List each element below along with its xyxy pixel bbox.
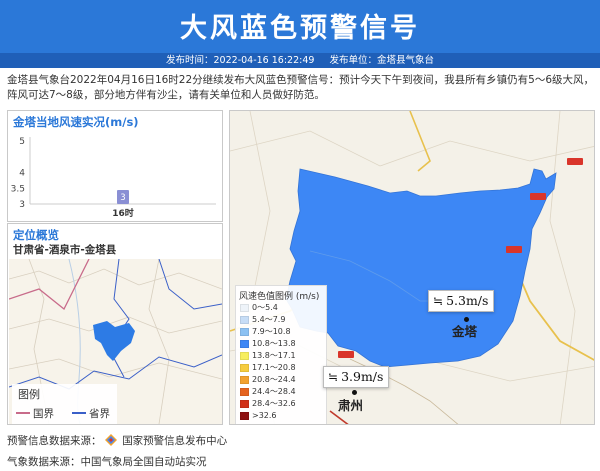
provincial-border-swatch <box>72 412 86 414</box>
x-category-label: 16时 <box>112 207 134 219</box>
warning-source-label: 预警信息数据来源： <box>7 435 102 447</box>
y-tick-label: 5 <box>19 137 25 147</box>
scale-item: 28.4～32.6 <box>240 399 296 409</box>
scale-label: 20.8～24.4 <box>252 375 296 384</box>
legend-item-national-border: 国界 <box>33 408 54 420</box>
scale-label: 5.4～7.9 <box>252 315 286 324</box>
scale-swatch <box>240 351 249 360</box>
wind-speed-panel: 金塔当地风速实况(m/s) 3 3.5 4 5 3 16时 <box>7 110 223 222</box>
scale-swatch <box>240 399 249 408</box>
scale-label: 17.1～20.8 <box>252 363 296 372</box>
wind-color-scale: 风速色值图例 (m/s) 0～5.4 5.4～7.9 7.9～10.8 10.8～13… <box>235 285 327 424</box>
publish-time: 发布时间：2022-04-16 16:22:49 <box>166 55 315 66</box>
scale-label: 24.4～28.4 <box>252 387 296 396</box>
scale-label: 0～5.4 <box>252 303 278 312</box>
warning-map-panel: 风速色值图例 (m/s) 0～5.4 5.4～7.9 7.9～10.8 10.8～13… <box>229 110 595 425</box>
overview-legend: 图例 国界 省界 <box>12 384 117 424</box>
bar-data-label: 3 <box>120 193 125 203</box>
scale-item: 20.8～24.4 <box>240 375 296 385</box>
scale-item: 10.8～13.8 <box>240 339 296 349</box>
scale-swatch <box>240 327 249 336</box>
legend-item-provincial-border: 省界 <box>89 408 110 420</box>
scale-swatch <box>240 339 249 348</box>
warning-source-org[interactable]: 国家预警信息发布中心 <box>122 435 227 447</box>
scale-label: >32.6 <box>252 411 277 420</box>
scale-item: 13.8～17.1 <box>240 351 296 361</box>
scale-label: 28.4～32.6 <box>252 399 296 408</box>
publisher: 发布单位：金塔县气象台 <box>329 55 434 66</box>
weather-source-line: 气象数据来源：中国气象局全国自动站实况 <box>7 456 207 468</box>
station-wind-speed: 5.3m/s <box>446 293 489 308</box>
scale-swatch <box>240 315 249 324</box>
station-callout-suzhou[interactable]: ≒ 3.9m/s <box>323 366 390 388</box>
location-overview-panel: 定位概览 甘肃省-酒泉市-金塔县 图例 国界 省界 <box>7 223 223 425</box>
scale-item: >32.6 <box>240 411 277 421</box>
scale-label: 10.8～13.8 <box>252 339 296 348</box>
station-name-jinta: 金塔 <box>452 324 478 339</box>
station-name-suzhou: 肃州 <box>338 398 364 413</box>
scale-item: 5.4～7.9 <box>240 315 285 325</box>
scale-swatch <box>240 411 249 420</box>
scale-item: 7.9～10.8 <box>240 327 291 337</box>
scale-item: 17.1～20.8 <box>240 363 296 373</box>
warning-center-logo-icon <box>104 434 117 446</box>
legend-title: 图例 <box>18 388 40 401</box>
scale-swatch <box>240 375 249 384</box>
scale-item: 0～5.4 <box>240 303 278 313</box>
wind-icon: ≒ <box>433 294 444 308</box>
wind-panel-title: 金塔当地风速实况(m/s) <box>13 115 139 129</box>
warning-source-line: 预警信息数据来源： 国家预警信息发布中心 <box>7 433 227 448</box>
national-border-swatch <box>16 412 30 414</box>
wind-icon: ≒ <box>328 370 339 384</box>
publish-info-bar: 发布时间：2022-04-16 16:22:49 发布单位：金塔县气象台 <box>0 53 600 68</box>
scale-item: 24.4～28.4 <box>240 387 296 397</box>
scale-label: 7.9～10.8 <box>252 327 291 336</box>
location-region: 甘肃省-酒泉市-金塔县 <box>13 244 117 256</box>
scale-swatch <box>240 387 249 396</box>
y-tick-label: 4 <box>19 169 25 179</box>
y-tick-label: 3.5 <box>11 184 25 194</box>
wind-speed-chart: 3 3.5 4 5 3 16时 <box>11 137 216 219</box>
station-callout-jinta[interactable]: ≒ 5.3m/s <box>428 290 495 312</box>
location-panel-title: 定位概览 <box>13 228 59 242</box>
scale-swatch <box>240 303 249 312</box>
warning-header: 大风蓝色预警信号 <box>0 0 600 53</box>
scale-label: 13.8～17.1 <box>252 351 296 360</box>
page-title: 大风蓝色预警信号 <box>180 13 420 44</box>
station-wind-speed: 3.9m/s <box>341 369 384 384</box>
scale-swatch <box>240 363 249 372</box>
warning-description: 金塔县气象台2022年04月16日16时22分继续发布大风蓝色预警信号：预计今天… <box>7 74 595 101</box>
scale-title: 风速色值图例 (m/s) <box>239 292 320 302</box>
y-tick-label: 3 <box>19 200 25 210</box>
